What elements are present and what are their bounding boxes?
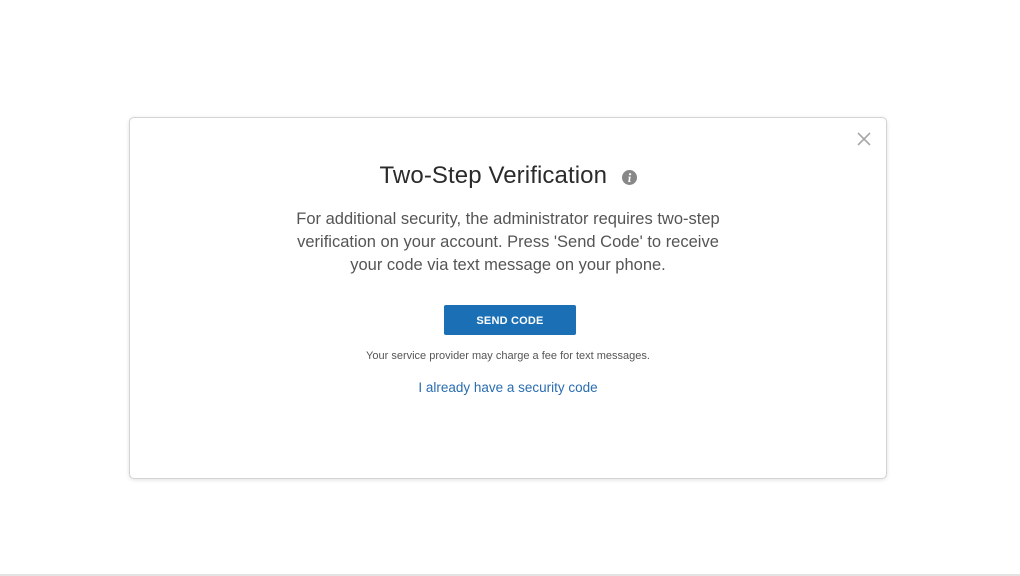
description-line: verification on your account. Press 'Sen…: [297, 233, 719, 251]
description-line: For additional security, the administrat…: [296, 210, 720, 228]
description-line: your code via text message on your phone…: [350, 256, 666, 274]
dialog-description: For additional security, the administrat…: [130, 208, 886, 277]
dialog-header: Two-Step Verification: [130, 162, 886, 194]
two-step-verification-dialog: Two-Step Verification For additional sec…: [129, 117, 887, 479]
already-have-code-link[interactable]: I already have a security code: [130, 380, 886, 395]
dialog-title: Two-Step Verification: [379, 162, 608, 189]
send-code-button[interactable]: SEND CODE: [444, 305, 576, 335]
close-button[interactable]: [854, 129, 874, 149]
close-icon: [854, 129, 874, 149]
fee-notice: Your service provider may charge a fee f…: [366, 350, 650, 362]
info-icon[interactable]: [621, 169, 637, 185]
